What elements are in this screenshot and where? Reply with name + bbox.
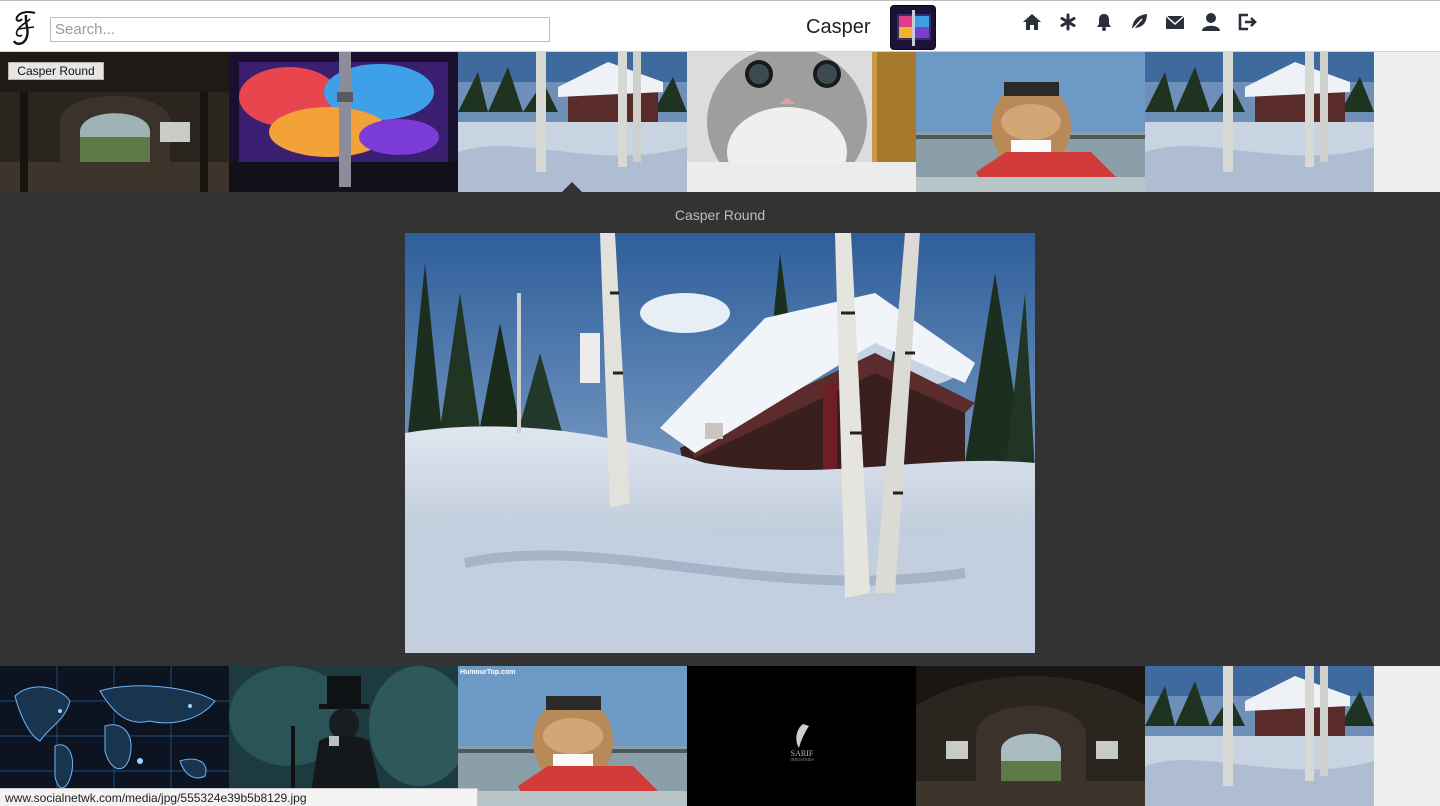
selected-thumbnail-pointer [562,182,582,192]
thumbnail-abandoned-hall-2[interactable] [916,666,1145,806]
thumbnail-snowy-cabin-2[interactable] [1145,52,1374,192]
thumbnail-snowy-cabin[interactable] [458,52,687,192]
top-header: Casper [0,0,1440,52]
bell-icon[interactable] [1093,11,1115,33]
site-logo[interactable] [8,9,42,49]
thumbnail-sarif-logo[interactable]: SARIF INDUSTRIES [687,666,916,806]
thumbnail-dog-on-jetski-2[interactable]: HumourTop.com [458,666,687,806]
thumbnail-laptop-screen[interactable] [229,52,458,192]
row-filler [1374,52,1440,192]
thumbnail-world-map[interactable] [0,666,229,806]
thumbnail-kitten[interactable] [687,52,916,192]
expanded-viewer: Casper Round [0,192,1440,666]
envelope-icon[interactable] [1164,11,1186,33]
thumbnail-dog-on-jetski[interactable] [916,52,1145,192]
username-label[interactable]: Casper [806,16,870,39]
row-filler [1374,666,1440,806]
expanded-title: Casper Round [674,207,766,223]
top-thumbnail-row [0,52,1374,192]
status-bar-url: www.socialnetwk.com/media/jpg/555324e39b… [0,788,478,806]
user-icon[interactable] [1200,11,1222,33]
avatar[interactable] [890,5,936,50]
sarif-logo-subtext: INDUSTRIES [790,757,813,762]
logout-icon[interactable] [1236,11,1258,33]
asterisk-icon[interactable] [1057,11,1079,33]
home-icon[interactable] [1021,11,1043,33]
search-input[interactable] [50,17,550,42]
leaf-icon[interactable] [1128,11,1150,33]
watermark-text: HumourTop.com [460,669,515,676]
expanded-image-snowy-cabin[interactable] [405,233,1035,653]
thumbnail-hover-label: Casper Round [8,62,104,80]
bottom-thumbnail-row: HumourTop.com SARIF INDUSTRIES [0,666,1374,806]
thumbnail-snowy-cabin-3[interactable] [1145,666,1374,806]
thumbnail-top-hat-man[interactable] [229,666,458,806]
